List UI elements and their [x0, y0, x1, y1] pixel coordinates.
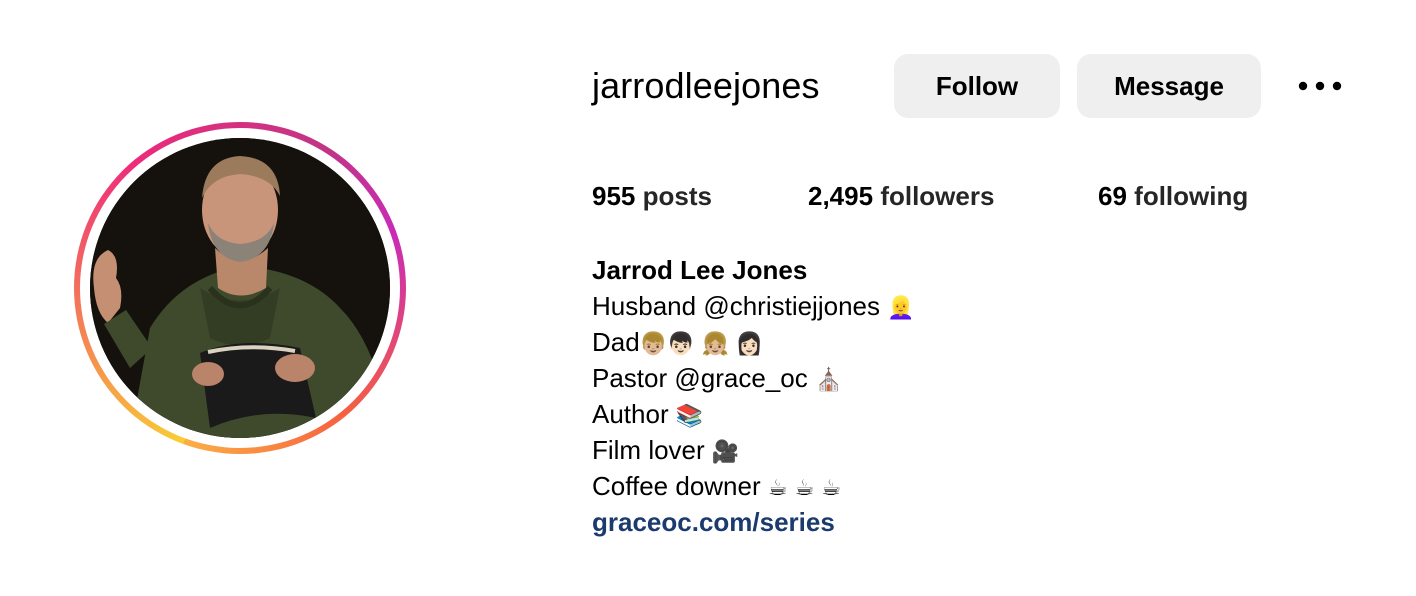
profile-avatar-story-ring[interactable] — [74, 122, 406, 454]
posts-label: posts — [642, 181, 712, 211]
profile-username: jarrodleejones — [592, 65, 820, 106]
following-count: 69 — [1098, 181, 1127, 211]
bio-text: Author — [592, 399, 669, 429]
profile-bio: Jarrod Lee Jones Husband @christiejjones… — [592, 252, 1292, 540]
message-button[interactable]: Message — [1077, 54, 1261, 118]
bio-line-film: Film lover 🎥 — [592, 432, 1292, 468]
following-stat[interactable]: 69 following — [1098, 176, 1248, 216]
more-horizontal-icon — [1298, 81, 1342, 91]
posts-stat: 955 posts — [592, 176, 712, 216]
more-options-button[interactable] — [1290, 66, 1350, 106]
coffee-emoji-icon: ☕ ☕ ☕ — [767, 476, 842, 501]
bio-website-line: graceoc.com/series — [592, 504, 1292, 540]
followers-stat[interactable]: 2,495 followers — [808, 176, 994, 216]
bio-line-dad: Dad👦🏼👦🏻 👧🏼 👩🏻 — [592, 324, 1292, 360]
movie-camera-emoji-icon: 🎥 — [711, 440, 740, 465]
bio-text: Husband — [592, 291, 704, 321]
bio-line-author: Author 📚 — [592, 396, 1292, 432]
followers-label: followers — [880, 181, 995, 211]
avatar-photo-illustration — [90, 138, 390, 438]
mention-link-christiejjones[interactable]: @christiejjones — [703, 291, 880, 321]
bio-line-pastor: Pastor @grace_oc ⛪ — [592, 360, 1292, 396]
bio-website-link[interactable]: graceoc.com/series — [592, 507, 835, 537]
following-label: following — [1134, 181, 1249, 211]
profile-avatar[interactable] — [90, 138, 390, 438]
bio-text: Coffee downer — [592, 471, 761, 501]
children-emoji-icon: 👦🏼👦🏻 👧🏼 👩🏻 — [639, 332, 764, 357]
bio-line-husband: Husband @christiejjones 👱‍♀️ — [592, 288, 1292, 324]
books-emoji-icon: 📚 — [675, 404, 704, 429]
bio-text: Film lover — [592, 435, 705, 465]
church-emoji-icon: ⛪ — [814, 368, 843, 393]
followers-count: 2,495 — [808, 181, 874, 211]
profile-full-name: Jarrod Lee Jones — [592, 255, 808, 285]
follow-button[interactable]: Follow — [894, 54, 1060, 118]
posts-count: 955 — [592, 181, 636, 211]
mention-link-grace-oc[interactable]: @grace_oc — [674, 363, 807, 393]
bio-text: Dad — [592, 327, 640, 357]
bio-text: Pastor — [592, 363, 675, 393]
bio-line-coffee: Coffee downer ☕ ☕ ☕ — [592, 468, 1292, 504]
woman-emoji-icon: 👱‍♀️ — [887, 296, 915, 321]
